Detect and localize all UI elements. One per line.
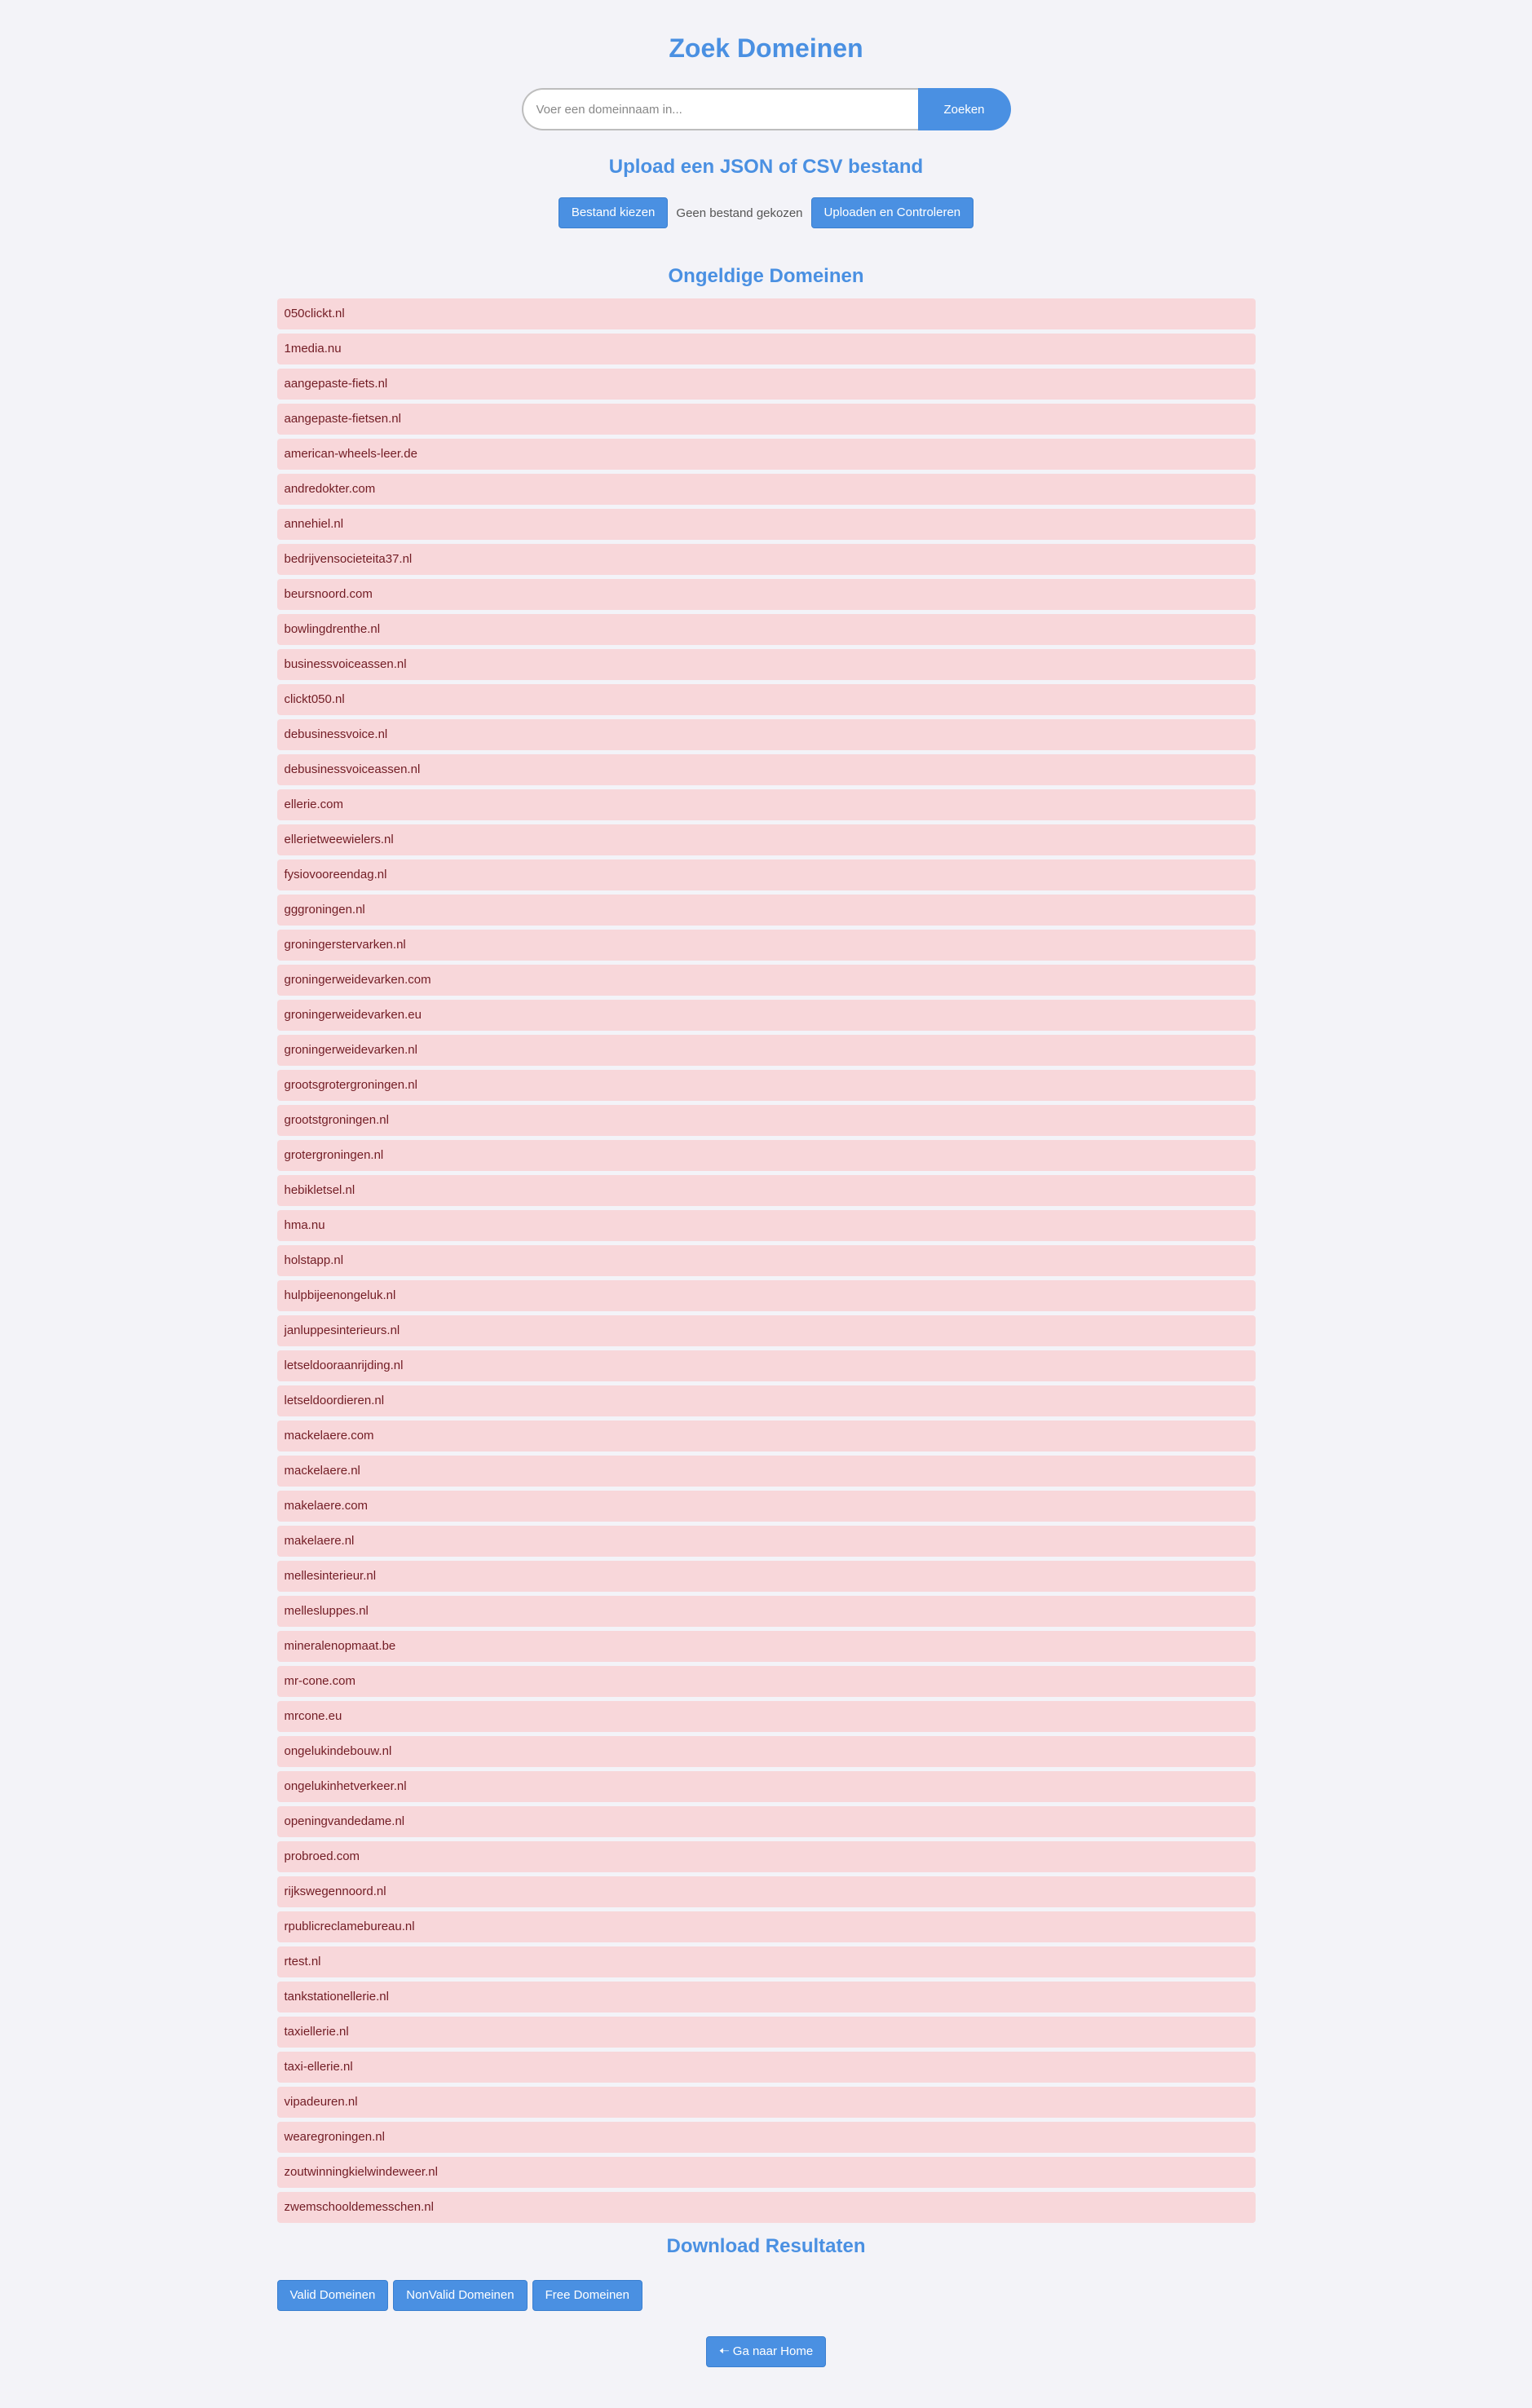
upload-form: Bestand kiezen Geen bestand gekozen Uplo…: [277, 197, 1256, 228]
invalid-domain-item: holstapp.nl: [276, 1245, 1256, 1276]
home-row: 🠠 Ga naar Home: [277, 2336, 1256, 2367]
search-input[interactable]: [521, 88, 918, 130]
home-button-label: 🠠 Ga naar Home: [718, 2344, 814, 2358]
invalid-domain-item: gggroningen.nl: [276, 895, 1256, 926]
go-home-button[interactable]: 🠠 Ga naar Home: [705, 2336, 827, 2367]
invalid-domains-list: 050clickt.nl 1media.nu aangepaste-fiets.nl…: [276, 298, 1256, 2223]
invalid-domain-item: fysiovooreendag.nl: [276, 859, 1256, 890]
invalid-domain-item: letseldooraanrijding.nl: [276, 1350, 1256, 1381]
upload-title: Upload een JSON of CSV bestand: [608, 156, 924, 178]
download-valid-button[interactable]: Valid Domeinen: [276, 2280, 389, 2311]
invalid-domain-item: debusinessvoice.nl: [276, 719, 1256, 750]
invalid-domain-item: mellesinterieur.nl: [276, 1561, 1256, 1592]
invalid-domain-item: aangepaste-fietsen.nl: [276, 404, 1256, 435]
invalid-domain-item: groningerweidevarken.eu: [276, 1000, 1256, 1031]
invalid-domain-item: beursnoord.com: [276, 579, 1256, 610]
invalid-domain-item: taxi-ellerie.nl: [276, 2052, 1256, 2083]
invalid-domain-item: clickt050.nl: [276, 684, 1256, 715]
search-bar: Zoeken: [277, 88, 1256, 130]
file-status: Geen bestand gekozen: [676, 205, 803, 220]
download-buttons: Valid Domeinen NonValid Domeinen Free Do…: [276, 2280, 1256, 2311]
invalid-domain-item: wearegroningen.nl: [276, 2122, 1256, 2153]
invalid-domain-item: bowlingdrenthe.nl: [276, 614, 1256, 645]
invalid-domain-item: american-wheels-leer.de: [276, 439, 1256, 470]
invalid-domain-item: 050clickt.nl: [276, 298, 1256, 329]
invalid-domain-item: mackelaere.com: [276, 1420, 1256, 1451]
invalid-domain-item: janluppesinterieurs.nl: [276, 1315, 1256, 1346]
invalid-domain-item: makelaere.com: [276, 1491, 1256, 1522]
invalid-domain-item: hma.nu: [276, 1210, 1256, 1241]
invalid-domain-item: vipadeuren.nl: [276, 2087, 1256, 2118]
invalid-domain-item: grootsgrotergroningen.nl: [276, 1070, 1256, 1101]
invalid-domain-item: ongelukinhetverkeer.nl: [276, 1771, 1256, 1802]
invalid-domain-item: mrcone.eu: [276, 1701, 1256, 1732]
invalid-domain-item: tankstationellerie.nl: [276, 1982, 1256, 2013]
page: Zoek Domeinen Zoeken Upload een JSON of …: [276, 0, 1256, 2367]
invalid-domain-item: aangepaste-fiets.nl: [276, 369, 1256, 400]
invalid-domain-item: annehiel.nl: [276, 509, 1256, 540]
invalid-domain-item: 1media.nu: [276, 334, 1256, 365]
invalid-domain-item: mellesluppes.nl: [276, 1596, 1256, 1627]
invalid-domain-item: mackelaere.nl: [276, 1456, 1256, 1487]
invalid-domain-item: mineralenopmaat.be: [276, 1631, 1256, 1662]
download-nonvalid-button[interactable]: NonValid Domeinen: [393, 2280, 528, 2311]
invalid-domain-item: rijkswegennoord.nl: [276, 1876, 1256, 1907]
invalid-domain-item: letseldoordieren.nl: [276, 1385, 1256, 1416]
invalid-domain-item: zoutwinningkielwindeweer.nl: [276, 2157, 1256, 2188]
invalid-domain-item: grootstgroningen.nl: [276, 1105, 1256, 1136]
invalid-domain-item: andredokter.com: [276, 474, 1256, 505]
invalid-domain-item: rpublicreclamebureau.nl: [276, 1911, 1256, 1942]
invalid-domain-item: rtest.nl: [276, 1946, 1256, 1977]
invalid-domain-item: hulpbijeenongeluk.nl: [276, 1280, 1256, 1311]
invalid-domain-item: ellerietweewielers.nl: [276, 824, 1256, 855]
invalid-domain-item: businessvoiceassen.nl: [276, 649, 1256, 680]
invalid-domain-item: makelaere.nl: [276, 1526, 1256, 1557]
invalid-domain-item: hebikletsel.nl: [276, 1175, 1256, 1206]
invalid-domain-item: zwemschooldemesschen.nl: [276, 2192, 1256, 2223]
choose-file-button[interactable]: Bestand kiezen: [558, 197, 669, 228]
download-title: Download Resultaten: [666, 2235, 866, 2257]
page-title: Zoek Domeinen: [669, 33, 863, 63]
invalid-domain-item: ellerie.com: [276, 789, 1256, 820]
invalid-domain-item: groningerstervarken.nl: [276, 930, 1256, 961]
invalid-domain-item: ongelukindebouw.nl: [276, 1736, 1256, 1767]
invalid-domain-item: grotergroningen.nl: [276, 1140, 1256, 1171]
invalid-domain-item: groningerweidevarken.com: [276, 965, 1256, 996]
invalid-domain-item: probroed.com: [276, 1841, 1256, 1872]
invalid-domain-item: mr-cone.com: [276, 1666, 1256, 1697]
invalid-domain-item: groningerweidevarken.nl: [276, 1035, 1256, 1066]
search-button[interactable]: Zoeken: [917, 88, 1011, 130]
invalid-domain-item: taxiellerie.nl: [276, 2017, 1256, 2048]
download-free-button[interactable]: Free Domeinen: [532, 2280, 642, 2311]
invalid-domain-item: bedrijvensocieteita37.nl: [276, 544, 1256, 575]
upload-and-check-button[interactable]: Uploaden en Controleren: [810, 197, 974, 228]
invalid-domains-title: Ongeldige Domeinen: [668, 265, 864, 287]
invalid-domain-item: openingvandedame.nl: [276, 1806, 1256, 1837]
invalid-domain-item: debusinessvoiceassen.nl: [276, 754, 1256, 785]
